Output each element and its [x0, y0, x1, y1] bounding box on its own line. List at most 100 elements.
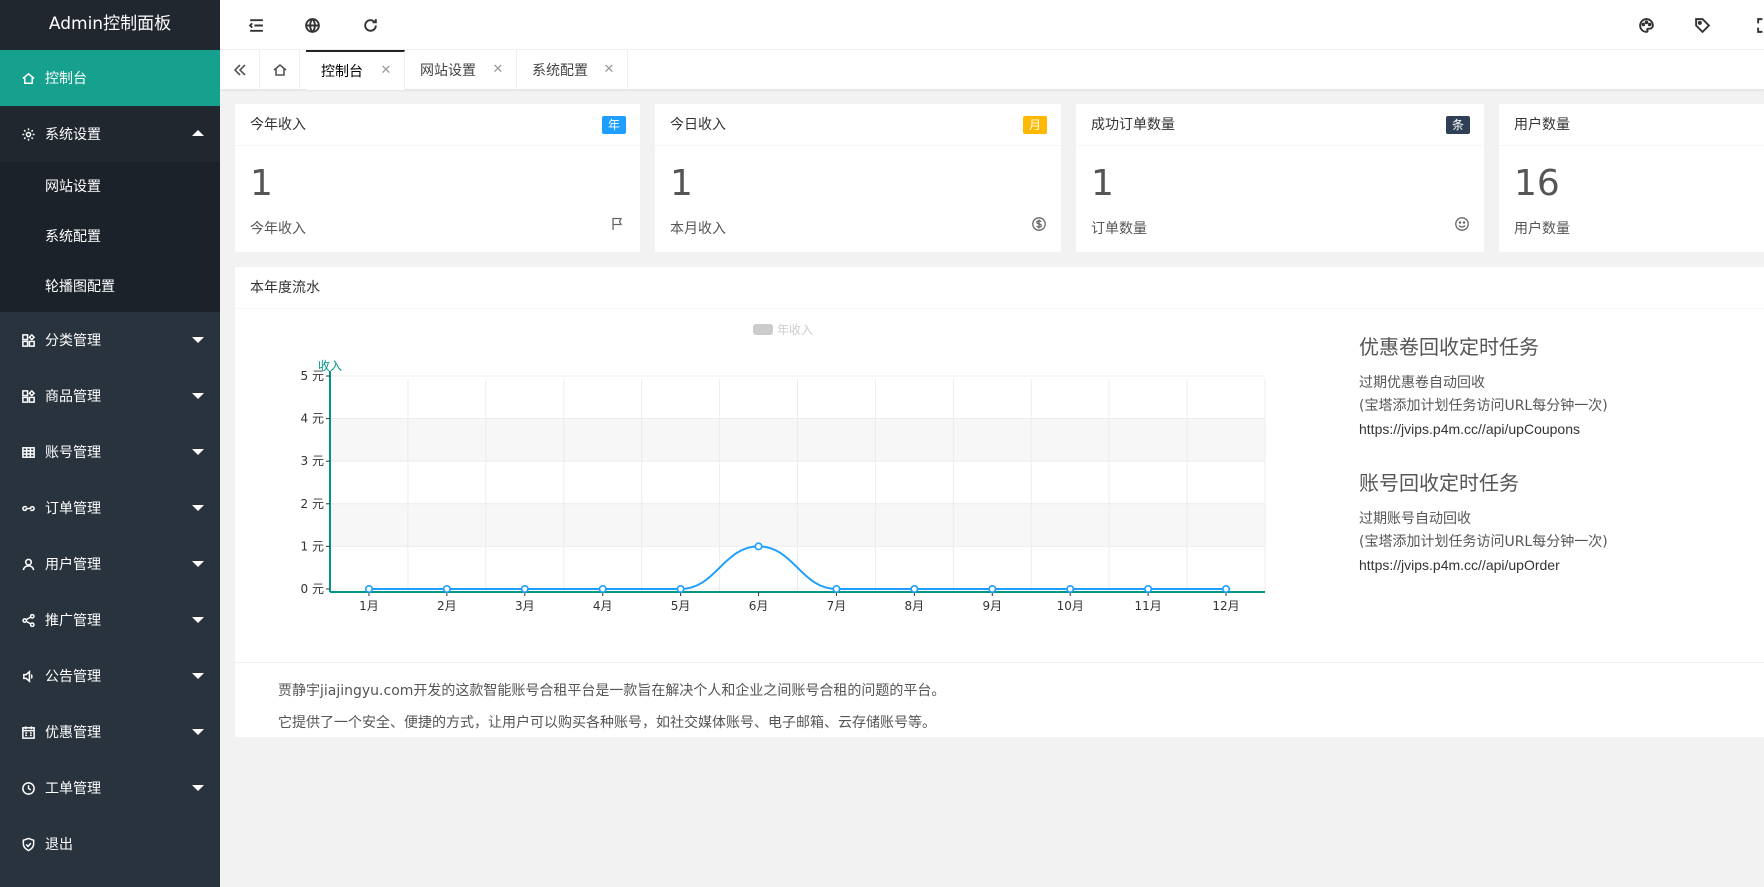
sidebar-submenu: 网站设置 系统配置 轮播图配置	[0, 162, 220, 312]
task-note: (宝塔添加计划任务访问URL每分钟一次)	[1359, 534, 1608, 550]
tabs-scroll-left-button[interactable]	[220, 50, 260, 90]
task-note: (宝塔添加计划任务访问URL每分钟一次)	[1359, 398, 1608, 414]
smile-icon	[1454, 216, 1470, 232]
y-tick-label: 0 元	[301, 582, 324, 596]
caret-down-icon	[192, 617, 204, 623]
stat-value: 1	[250, 163, 273, 204]
tab-site-settings[interactable]: 网站设置 ✕	[405, 50, 517, 90]
stat-card: 今年收入 年 1 今年收入	[235, 104, 640, 252]
y-tick-label: 2 元	[301, 497, 324, 511]
caret-down-icon	[192, 505, 204, 511]
stat-label: 订单数量	[1091, 221, 1147, 237]
menu-shrink-icon	[248, 18, 263, 32]
refresh-button[interactable]	[350, 0, 390, 50]
globe-icon	[304, 17, 320, 33]
stat-title-text: 成功订单数量	[1091, 117, 1175, 133]
data-point	[1222, 584, 1231, 593]
x-tick-label: 6月	[749, 599, 769, 613]
caret-up-icon	[192, 130, 204, 136]
stat-label: 本月收入	[670, 221, 726, 237]
palette-icon	[1638, 17, 1654, 33]
stat-card: 成功订单数量 条 1 订单数量	[1076, 104, 1484, 252]
sidebar-subitem-2[interactable]: 轮播图配置	[0, 262, 220, 312]
caret-down-icon	[192, 449, 204, 455]
gear-icon	[20, 126, 36, 142]
x-tick-label: 5月	[671, 599, 691, 613]
top-header	[220, 0, 1764, 50]
sidebar-item-1[interactable]: 系统设置	[0, 106, 220, 162]
tag-button[interactable]	[1682, 0, 1722, 50]
menu-shrink-button[interactable]	[236, 0, 276, 50]
sidebar-subitem-1[interactable]: 系统配置	[0, 212, 220, 262]
sidebar-item-label: 分类管理	[45, 333, 101, 349]
stat-title-text: 今日收入	[670, 117, 726, 133]
x-tick-label: 3月	[515, 599, 535, 613]
sidebar-item-3[interactable]: 商品管理	[0, 368, 220, 424]
stat-title: 用户数量	[1499, 104, 1764, 146]
x-tick-label: 8月	[905, 599, 925, 613]
account-task: 账号回收定时任务 过期账号自动回收 (宝塔添加计划任务访问URL每分钟一次) h…	[1359, 467, 1759, 577]
sidebar-item-5[interactable]: 订单管理	[0, 480, 220, 536]
data-point	[676, 584, 685, 593]
sidebar-item-label: 用户管理	[45, 557, 101, 573]
caret-down-icon	[192, 393, 204, 399]
sidebar-item-label: 推广管理	[45, 613, 101, 629]
calendar-icon	[20, 724, 36, 740]
y-axis-label: 收入	[318, 359, 342, 373]
share-icon	[20, 612, 36, 628]
tab-close-icon[interactable]: ✕	[601, 62, 617, 78]
sidebar-item-9[interactable]: 优惠管理	[0, 704, 220, 760]
tab-home-button[interactable]	[260, 50, 300, 90]
data-point	[754, 542, 763, 551]
task-info: 优惠卷回收定时任务 过期优惠卷自动回收 (宝塔添加计划任务访问URL每分钟一次)…	[1359, 331, 1759, 577]
tab-label: 系统配置	[532, 63, 588, 79]
data-point	[1144, 584, 1153, 593]
speaker-icon	[20, 668, 36, 684]
sidebar-item-0[interactable]: 控制台	[0, 50, 220, 106]
sidebar-item-label: 优惠管理	[45, 725, 101, 741]
tabs-bar: 控制台 ✕ 网站设置 ✕ 系统配置 ✕	[220, 50, 1764, 90]
tab-dashboard[interactable]: 控制台 ✕	[306, 50, 405, 90]
data-point	[598, 584, 607, 593]
sidebar-item-label: 系统设置	[45, 127, 101, 143]
stat-title: 成功订单数量 条	[1076, 104, 1484, 146]
tab-close-icon[interactable]: ✕	[490, 62, 506, 78]
flag-icon	[610, 216, 626, 232]
sidebar-subitem-0[interactable]: 网站设置	[0, 162, 220, 212]
stat-badge: 条	[1445, 116, 1470, 134]
tab-system-config[interactable]: 系统配置 ✕	[517, 50, 628, 90]
language-button[interactable]	[292, 0, 332, 50]
x-tick-label: 12月	[1212, 599, 1239, 613]
home-icon	[20, 70, 36, 86]
x-tick-label: 1月	[359, 599, 379, 613]
sidebar-item-10[interactable]: 工单管理	[0, 760, 220, 816]
sidebar-item-7[interactable]: 推广管理	[0, 592, 220, 648]
sidebar-item-8[interactable]: 公告管理	[0, 648, 220, 704]
x-tick-label: 11月	[1134, 599, 1161, 613]
sidebar-item-4[interactable]: 账号管理	[0, 424, 220, 480]
x-tick-label: 7月	[827, 599, 847, 613]
apps-icon	[20, 332, 36, 348]
task-url: https://jvips.p4m.cc//api/upOrder	[1359, 557, 1560, 573]
description-line: 贾静宇jiajingyu.com开发的这款智能账号合租平台是一款旨在解决个人和企…	[278, 683, 946, 699]
tab-close-icon[interactable]: ✕	[378, 63, 394, 79]
fullscreen-icon	[1756, 17, 1762, 33]
shield-icon	[20, 836, 36, 852]
sidebar-item-2[interactable]: 分类管理	[0, 312, 220, 368]
task-title: 优惠卷回收定时任务	[1359, 335, 1539, 359]
caret-down-icon	[192, 561, 204, 567]
platform-description: 贾静宇jiajingyu.com开发的这款智能账号合租平台是一款旨在解决个人和企…	[235, 662, 1764, 739]
grid-icon	[20, 444, 36, 460]
tag-icon	[1694, 17, 1710, 33]
data-point	[520, 584, 529, 593]
theme-button[interactable]	[1626, 0, 1666, 50]
sidebar-item-label: 退出	[45, 837, 73, 853]
sidebar-item-label: 账号管理	[45, 445, 101, 461]
sidebar-item-6[interactable]: 用户管理	[0, 536, 220, 592]
data-point	[1066, 584, 1075, 593]
sidebar-item-label: 控制台	[45, 71, 87, 87]
fullscreen-button[interactable]	[1744, 0, 1764, 50]
x-tick-label: 9月	[982, 599, 1002, 613]
sidebar-item-11[interactable]: 退出	[0, 816, 220, 872]
task-desc: 过期优惠卷自动回收	[1359, 375, 1485, 391]
